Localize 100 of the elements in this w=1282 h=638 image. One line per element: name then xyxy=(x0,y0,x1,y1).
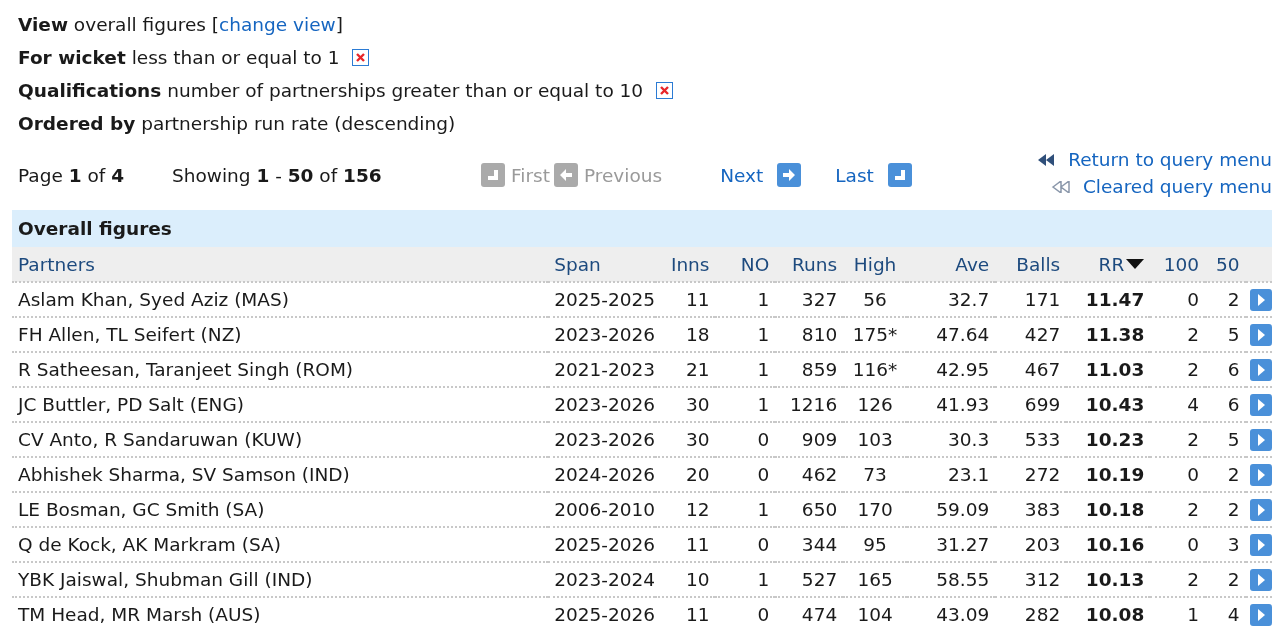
page-number: Page 1 of 4 xyxy=(18,164,125,186)
filter-text: View overall figures [change view] xyxy=(18,13,343,37)
not-out-cell: 1 xyxy=(757,359,770,380)
partners-cell: LE Bosman, GC Smith (SA) xyxy=(18,499,265,520)
rewind-icon xyxy=(1050,180,1073,193)
hundreds-cell: 0 xyxy=(1187,534,1200,555)
runs-cell: 474 xyxy=(801,604,838,625)
run-rate-cell: 10.19 xyxy=(1085,464,1145,485)
play-icon[interactable] xyxy=(1249,533,1272,556)
run-rate-cell: 11.38 xyxy=(1085,324,1145,345)
fifties-cell: 5 xyxy=(1227,429,1240,450)
span-cell: 2025-2026 xyxy=(554,604,656,625)
column-header[interactable]: Partners xyxy=(18,253,95,275)
play-icon[interactable] xyxy=(1249,498,1272,521)
runs-cell: 810 xyxy=(801,324,838,345)
high-score-cell: 165 xyxy=(857,569,893,590)
high-score-cell: 116* xyxy=(852,359,898,380)
partners-cell: JC Buttler, PD Salt (ENG) xyxy=(18,394,244,415)
balls-cell: 467 xyxy=(1024,359,1061,380)
play-icon[interactable] xyxy=(1249,428,1272,451)
run-rate-cell: 10.08 xyxy=(1085,604,1145,625)
fifties-cell: 5 xyxy=(1227,324,1240,345)
high-score-cell: 103 xyxy=(857,429,893,450)
filter-text: For wicket less than or equal to 1 xyxy=(18,46,340,70)
span-cell: 2025-2026 xyxy=(554,534,656,555)
sort-down-icon xyxy=(1126,259,1145,269)
play-icon[interactable] xyxy=(1249,603,1272,626)
average-cell: 58.55 xyxy=(936,569,990,590)
run-rate-cell: 11.03 xyxy=(1085,359,1145,380)
not-out-cell: 1 xyxy=(757,569,770,590)
fifties-cell: 2 xyxy=(1227,289,1240,310)
innings-cell: 11 xyxy=(685,289,710,310)
hundreds-cell: 0 xyxy=(1187,289,1200,310)
not-out-cell: 0 xyxy=(757,534,770,555)
hundreds-cell: 2 xyxy=(1187,324,1200,345)
balls-cell: 171 xyxy=(1024,289,1061,310)
innings-cell: 12 xyxy=(685,499,710,520)
run-rate-cell: 10.43 xyxy=(1085,394,1145,415)
showing-count: Showing 1 - 50 of 156 xyxy=(172,164,383,186)
pager-link[interactable]: Next xyxy=(720,163,802,187)
runs-cell: 859 xyxy=(801,359,838,380)
high-score-cell: 175* xyxy=(852,324,898,345)
average-cell: 59.09 xyxy=(936,499,990,520)
remove-icon[interactable] xyxy=(656,82,674,99)
fifties-cell: 2 xyxy=(1227,569,1240,590)
innings-cell: 30 xyxy=(685,394,710,415)
run-rate-cell: 10.18 xyxy=(1085,499,1145,520)
innings-cell: 20 xyxy=(685,464,710,485)
high-score-cell: 170 xyxy=(857,499,893,520)
high-score-cell: 95 xyxy=(863,534,887,555)
runs-cell: 650 xyxy=(801,499,838,520)
average-cell: 31.27 xyxy=(936,534,990,555)
hundreds-cell: 2 xyxy=(1187,499,1200,520)
hundreds-cell: 0 xyxy=(1187,464,1200,485)
balls-cell: 699 xyxy=(1024,394,1061,415)
run-rate-cell: 11.47 xyxy=(1085,289,1145,310)
hundreds-cell: 4 xyxy=(1187,394,1200,415)
runs-cell: 344 xyxy=(801,534,838,555)
balls-cell: 533 xyxy=(1024,429,1061,450)
partners-cell: TM Head, MR Marsh (AUS) xyxy=(18,604,261,625)
balls-cell: 312 xyxy=(1024,569,1061,590)
hundreds-cell: 2 xyxy=(1187,569,1200,590)
not-out-cell: 0 xyxy=(757,429,770,450)
remove-icon[interactable] xyxy=(352,49,370,66)
pager-link[interactable]: Last xyxy=(835,163,912,187)
not-out-cell: 0 xyxy=(757,464,770,485)
fifties-cell: 4 xyxy=(1227,604,1240,625)
not-out-cell: 1 xyxy=(757,324,770,345)
average-cell: 30.3 xyxy=(948,429,990,450)
average-cell: 32.7 xyxy=(948,289,990,310)
average-cell: 47.64 xyxy=(936,324,990,345)
fifties-cell: 2 xyxy=(1227,464,1240,485)
span-cell: 2023-2024 xyxy=(554,569,656,590)
play-icon[interactable] xyxy=(1249,323,1272,346)
runs-cell: 327 xyxy=(801,289,838,310)
balls-cell: 427 xyxy=(1024,324,1061,345)
play-icon[interactable] xyxy=(1249,358,1272,381)
span-cell: 2024-2026 xyxy=(554,464,656,485)
play-icon[interactable] xyxy=(1249,288,1272,311)
fifties-cell: 6 xyxy=(1227,394,1240,415)
change-view-link[interactable]: change view xyxy=(219,14,336,35)
high-score-cell: 104 xyxy=(857,604,893,625)
high-score-cell: 73 xyxy=(863,464,887,485)
play-icon[interactable] xyxy=(1249,463,1272,486)
innings-cell: 30 xyxy=(685,429,710,450)
filter-text: Ordered by partnership run rate (descending) xyxy=(18,112,456,136)
partners-cell: R Satheesan, Taranjeet Singh (ROM) xyxy=(18,359,354,380)
runs-cell: 527 xyxy=(801,569,838,590)
average-cell: 41.93 xyxy=(936,394,990,415)
play-icon[interactable] xyxy=(1249,568,1272,591)
balls-cell: 203 xyxy=(1024,534,1061,555)
run-rate-cell: 10.16 xyxy=(1085,534,1145,555)
query-menu-link[interactable]: Cleared query menu xyxy=(1050,173,1272,200)
not-out-cell: 1 xyxy=(757,289,770,310)
fifties-cell: 6 xyxy=(1227,359,1240,380)
partners-cell: Abhishek Sharma, SV Samson (IND) xyxy=(18,464,350,485)
query-menu-link[interactable]: Return to query menu xyxy=(1036,146,1272,173)
balls-cell: 272 xyxy=(1024,464,1061,485)
play-icon[interactable] xyxy=(1249,393,1272,416)
partners-cell: CV Anto, R Sandaruwan (KUW) xyxy=(18,429,303,450)
